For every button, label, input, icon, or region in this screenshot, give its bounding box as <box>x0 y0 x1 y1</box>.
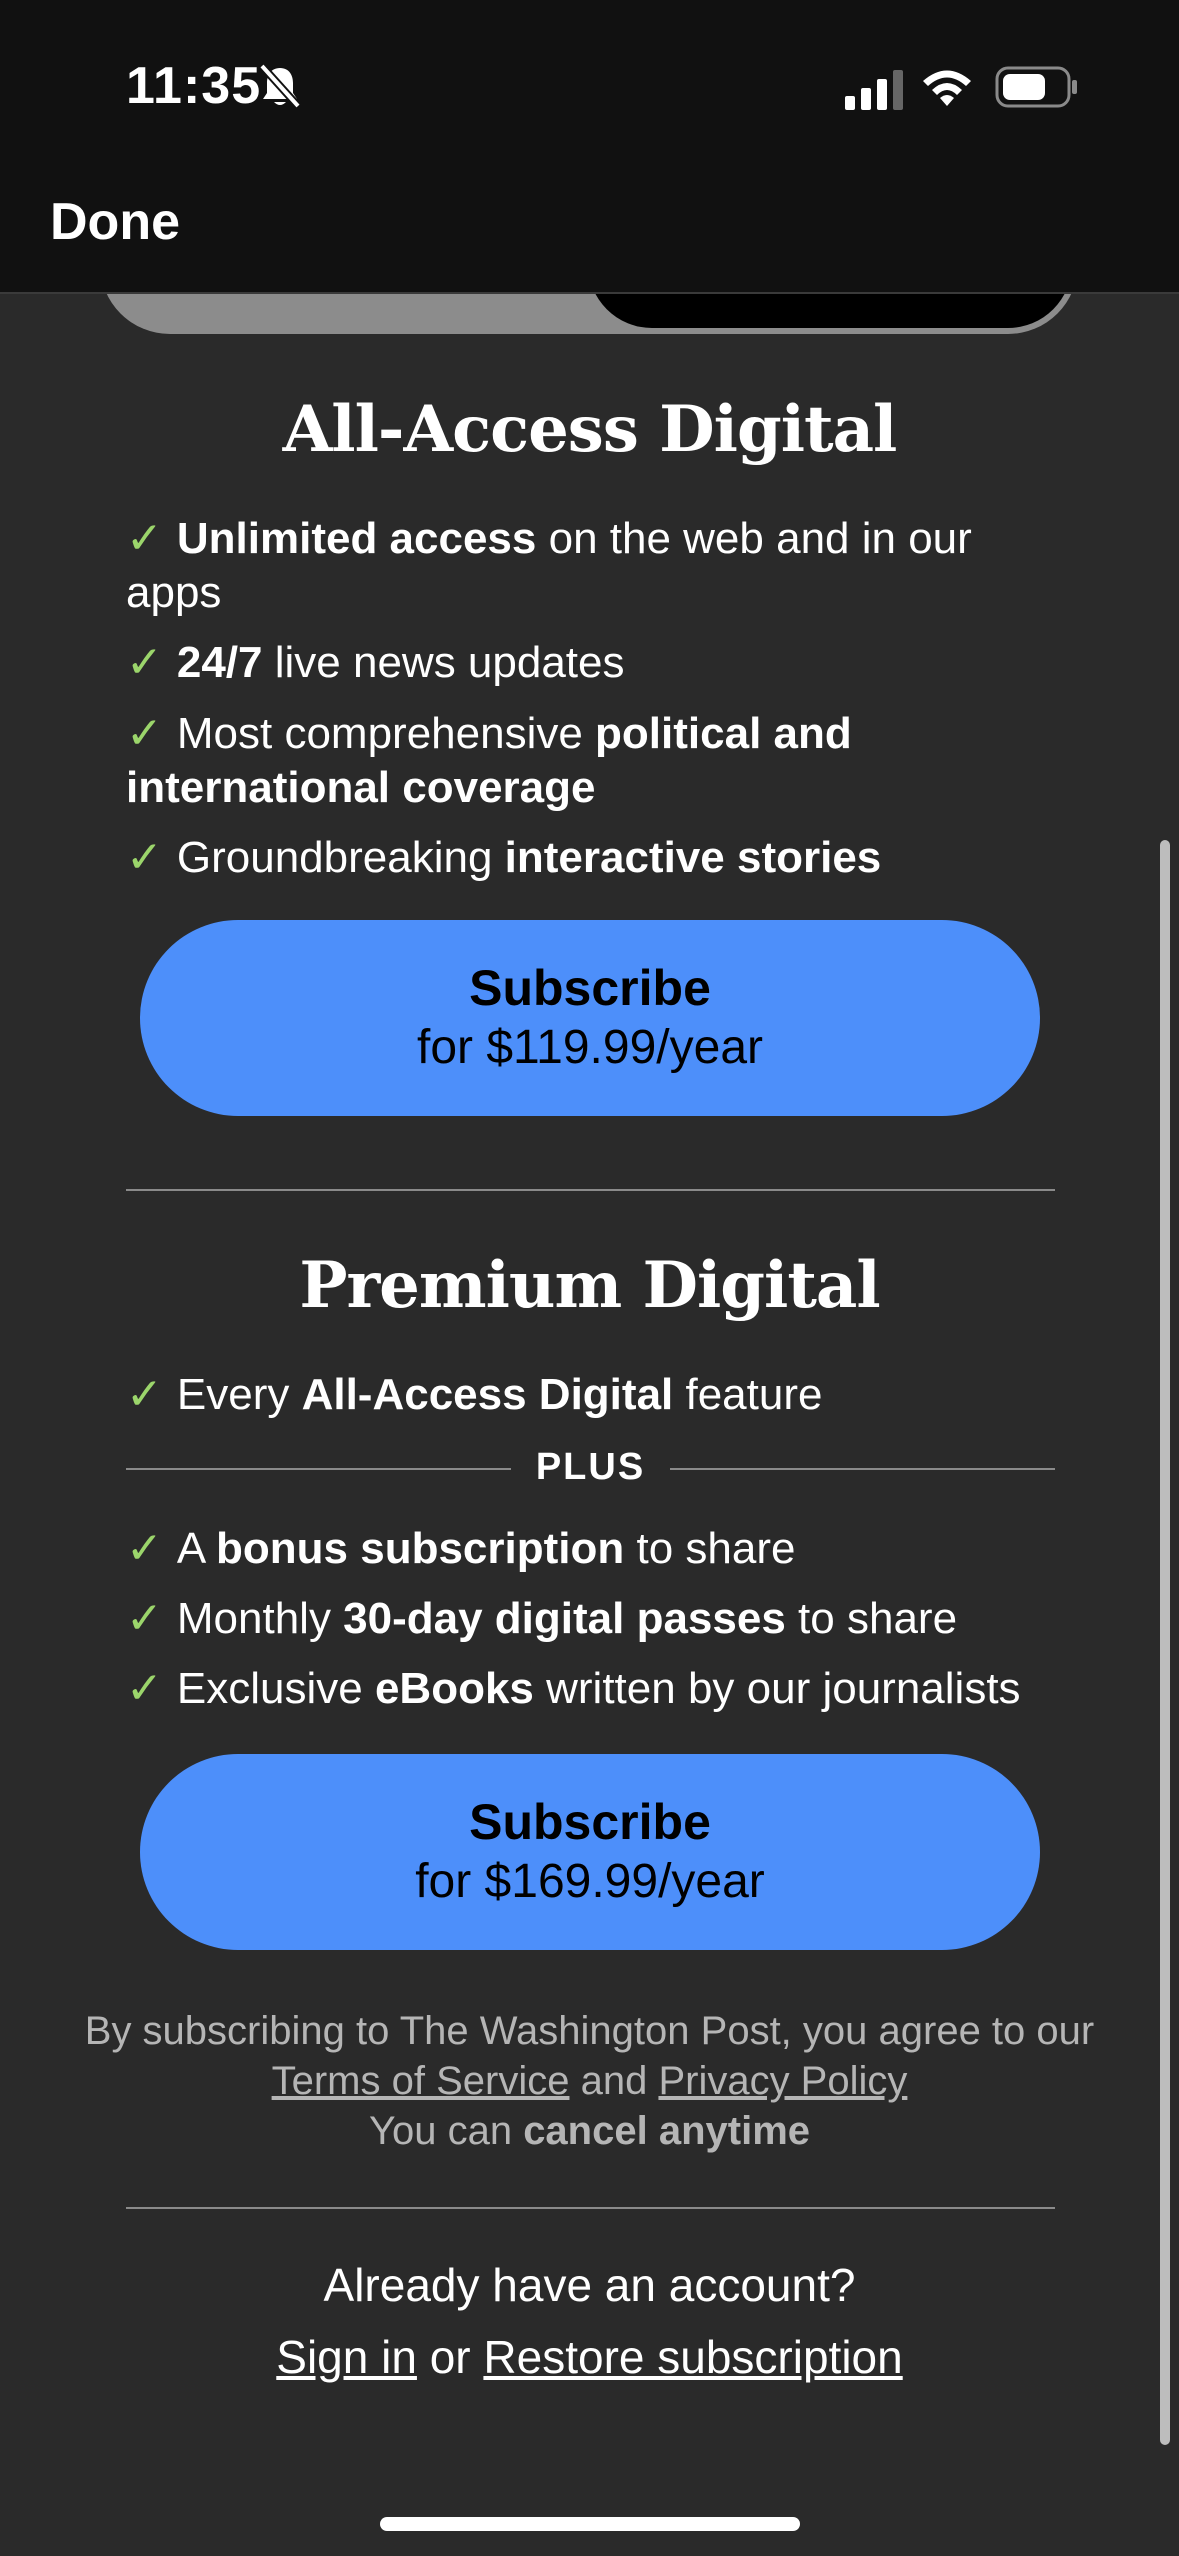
plan-title: All-Access Digital <box>282 392 898 467</box>
legal-text: By subscribing to The Washington Post, y… <box>84 2009 1095 2153</box>
signal-icon <box>845 70 903 110</box>
feature-item: ✓ A bonus subscription to share <box>126 1524 796 1573</box>
privacy-policy-link[interactable]: Privacy Policy <box>658 2059 907 2103</box>
check-icon: ✓ <box>126 514 163 563</box>
feature-item: ✓ Every All-Access Digital feature <box>126 1370 823 1419</box>
check-icon: ✓ <box>126 1594 163 1643</box>
feature-item: ✓ Unlimited access on the web and in our … <box>126 514 972 617</box>
sign-in-link[interactable]: Sign in <box>276 2331 417 2383</box>
status-time: 11:35 <box>126 57 262 115</box>
feature-item: ✓ Groundbreaking interactive stories <box>126 833 882 882</box>
battery-icon <box>995 66 1077 108</box>
wifi-icon <box>923 70 971 106</box>
plan-title: Premium Digital <box>299 1248 880 1323</box>
top-bar: 11:35 Done <box>0 0 1179 294</box>
check-icon: ✓ <box>126 1370 163 1419</box>
subscribe-price: for $169.99/year <box>415 1855 765 1908</box>
feature-item: ✓ Most comprehensive political and intern… <box>126 709 852 812</box>
account-links: Sign in or Restore subscription <box>276 2331 903 2383</box>
section-divider <box>126 2207 1055 2209</box>
terms-of-service-link[interactable]: Terms of Service <box>272 2059 570 2103</box>
subscribe-label: Subscribe <box>469 1794 711 1850</box>
subscribe-price: for $119.99/year <box>416 1021 763 1074</box>
subscribe-premium-button[interactable]: Subscribe for $169.99/year <box>140 1754 1040 1950</box>
plus-line-right <box>670 1468 1055 1470</box>
check-icon: ✓ <box>126 1664 163 1713</box>
subscribe-all-access-button[interactable]: Subscribe for $119.99/year <box>140 920 1040 1116</box>
bell-slash-icon <box>259 63 301 109</box>
check-icon: ✓ <box>126 638 163 687</box>
section-divider <box>126 1189 1055 1191</box>
check-icon: ✓ <box>126 833 163 882</box>
plus-separator: PLUS <box>126 1440 1055 1496</box>
check-icon: ✓ <box>126 709 163 758</box>
feature-item: ✓ 24/7 live news updates <box>126 638 625 687</box>
done-button[interactable]: Done <box>50 192 180 252</box>
account-question: Already have an account? <box>323 2259 856 2311</box>
subscribe-label: Subscribe <box>469 960 711 1016</box>
feature-item: ✓ Exclusive eBooks written by our journal… <box>126 1664 1021 1713</box>
check-icon: ✓ <box>126 1524 163 1573</box>
restore-subscription-link[interactable]: Restore subscription <box>483 2331 902 2383</box>
scrollbar[interactable] <box>1160 840 1170 2445</box>
home-indicator[interactable] <box>380 2517 800 2531</box>
feature-item: ✓ Monthly 30-day digital passes to share <box>126 1594 958 1643</box>
